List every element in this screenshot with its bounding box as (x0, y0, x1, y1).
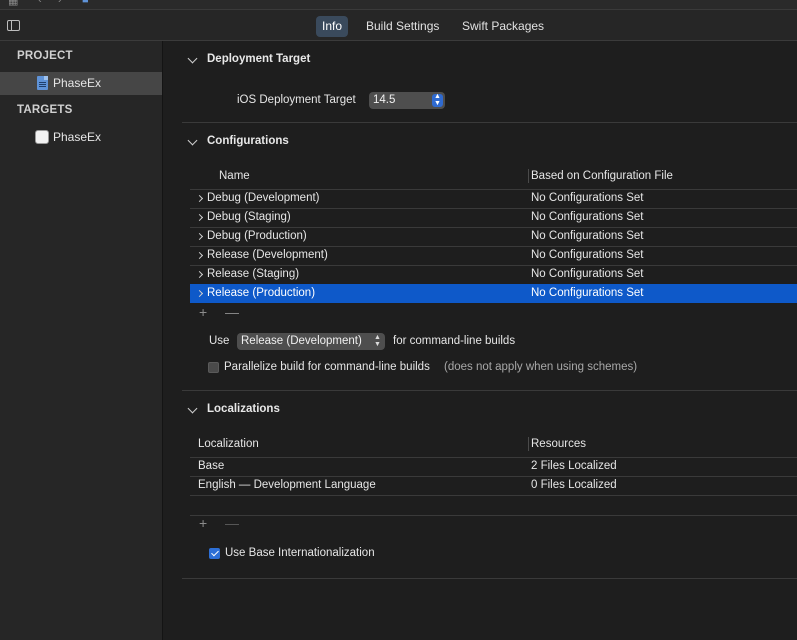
remove-configuration-button[interactable]: — (225, 304, 239, 320)
configuration-name: Release (Production) (207, 287, 316, 299)
configuration-row[interactable]: Release (Staging) No Configurations Set (190, 265, 797, 284)
add-localization-button[interactable]: + (199, 515, 207, 531)
project-file-icon: ■ (82, 0, 89, 6)
configuration-file: No Configurations Set (531, 230, 644, 242)
disclosure-chevron-down-icon[interactable] (187, 135, 198, 146)
configuration-row[interactable]: Debug (Production) No Configurations Set (190, 227, 797, 246)
project-file-icon (37, 76, 48, 90)
use-base-internationalization-label: Use Base Internationalization (225, 547, 375, 559)
column-header-name[interactable]: Name (219, 170, 250, 182)
configuration-name: Release (Staging) (207, 268, 300, 280)
configuration-name: Debug (Production) (207, 230, 307, 242)
disclosure-chevron-right-icon[interactable] (195, 251, 204, 260)
back-arrow-icon[interactable]: ‹ (38, 0, 42, 6)
configuration-file: No Configurations Set (531, 211, 644, 223)
tab-build-settings[interactable]: Build Settings (360, 16, 445, 37)
localizations-table-header: Localization Resources (190, 433, 797, 455)
column-header-localization[interactable]: Localization (198, 438, 259, 450)
configuration-file: No Configurations Set (531, 192, 644, 204)
disclosure-chevron-right-icon[interactable] (195, 289, 204, 298)
tab-info[interactable]: Info (316, 16, 349, 37)
command-line-config-popup[interactable]: Release (Development) ▲ ▼ (237, 333, 385, 350)
sidebar-item-label: PhaseEx (53, 76, 102, 90)
configuration-row[interactable]: Debug (Development) No Configurations Set (190, 189, 797, 208)
table-bottom-border (190, 495, 797, 496)
configuration-file: No Configurations Set (531, 268, 644, 280)
disclosure-chevron-right-icon[interactable] (195, 213, 204, 222)
section-divider (182, 578, 797, 579)
window-toolbar: ▦ ‹ › ■ (0, 0, 797, 10)
table-bottom-border (190, 515, 797, 516)
configuration-name: Debug (Staging) (207, 211, 291, 223)
localization-resources: 2 Files Localized (531, 460, 617, 472)
localization-name: English — Development Language (198, 479, 376, 491)
disclosure-chevron-down-icon[interactable] (187, 403, 198, 414)
localization-row[interactable]: Base 2 Files Localized (190, 457, 797, 476)
disclosure-chevron-right-icon[interactable] (195, 232, 204, 241)
configuration-file: No Configurations Set (531, 287, 644, 299)
command-line-builds-label: for command-line builds (393, 335, 516, 347)
sidebar-item-target[interactable]: PhaseEx (0, 126, 162, 149)
grid-icon[interactable]: ▦ (8, 0, 18, 7)
configuration-row[interactable]: Release (Production) No Configurations Se… (190, 284, 797, 303)
localization-resources: 0 Files Localized (531, 479, 617, 491)
configurations-table-header: Name Based on Configuration File (190, 165, 797, 187)
sidebar-item-project[interactable]: PhaseEx (0, 72, 162, 95)
editor-tab-bar: Info Build Settings Swift Packages (0, 10, 797, 41)
configuration-name: Release (Development) (207, 249, 328, 261)
project-info-editor: Deployment Target iOS Deployment Target … (164, 41, 797, 640)
ios-deployment-target-label: iOS Deployment Target (237, 94, 356, 106)
disclosure-chevron-right-icon[interactable] (195, 194, 204, 203)
use-base-internationalization-checkbox[interactable] (209, 548, 220, 559)
targets-section-header: TARGETS (17, 104, 73, 116)
configurations-section-title: Configurations (207, 135, 289, 147)
section-divider (182, 122, 797, 123)
app-target-icon (35, 130, 49, 144)
parallelize-build-note: (does not apply when using schemes) (444, 361, 638, 373)
disclosure-chevron-down-icon[interactable] (187, 53, 198, 64)
sidebar-item-label: PhaseEx (53, 130, 102, 144)
add-configuration-button[interactable]: + (199, 304, 207, 320)
remove-localization-button: — (225, 515, 239, 531)
forward-arrow-icon[interactable]: › (58, 0, 62, 6)
sidebar-toggle-icon[interactable] (7, 20, 20, 31)
localization-name: Base (198, 460, 225, 472)
column-divider[interactable] (528, 169, 529, 183)
popup-value: Release (Development) (241, 335, 362, 347)
column-header-resources[interactable]: Resources (531, 438, 586, 450)
parallelize-build-label: Parallelize build for command-line build… (224, 361, 430, 373)
tab-swift-packages[interactable]: Swift Packages (456, 16, 550, 37)
use-label: Use (209, 335, 230, 347)
deployment-target-section-title: Deployment Target (207, 53, 311, 65)
project-navigator-sidebar: PROJECT PhaseEx TARGETS PhaseEx (0, 41, 163, 640)
configuration-row[interactable]: Release (Development) No Configurations S… (190, 246, 797, 265)
ios-deployment-target-popup[interactable]: 14.5 ▲ ▼ (369, 92, 445, 109)
parallelize-build-checkbox[interactable] (208, 362, 219, 373)
disclosure-chevron-right-icon[interactable] (195, 270, 204, 279)
configuration-name: Debug (Development) (207, 192, 320, 204)
section-divider (182, 390, 797, 391)
configuration-row[interactable]: Debug (Staging) No Configurations Set (190, 208, 797, 227)
configuration-file: No Configurations Set (531, 249, 644, 261)
localizations-section-title: Localizations (207, 403, 280, 415)
chevron-up-down-icon: ▲ ▼ (374, 334, 381, 348)
chevron-up-down-icon: ▲ ▼ (432, 93, 443, 107)
column-header-based-on[interactable]: Based on Configuration File (531, 170, 673, 182)
column-divider[interactable] (528, 437, 529, 451)
localization-row[interactable]: English — Development Language 0 Files Lo… (190, 476, 797, 495)
project-section-header: PROJECT (17, 50, 73, 62)
popup-value: 14.5 (373, 94, 396, 106)
